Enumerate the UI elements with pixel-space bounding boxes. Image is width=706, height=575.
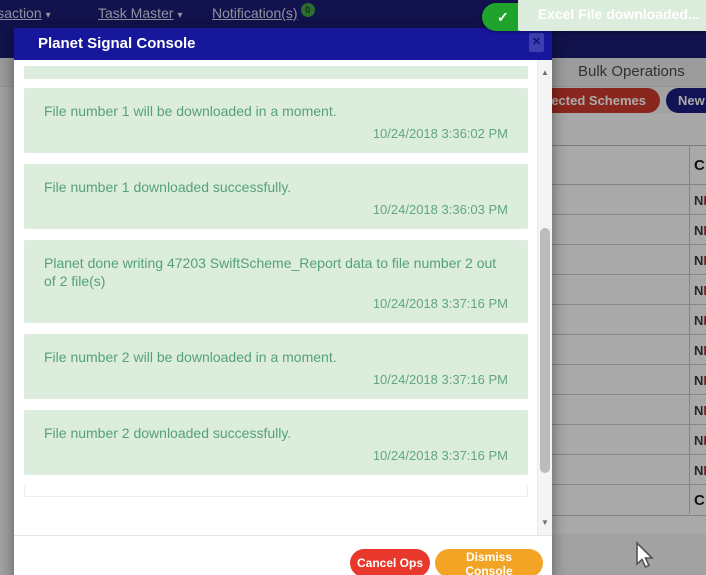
scrollbar-thumb[interactable] xyxy=(540,228,550,473)
console-message: File number 1 downloaded successfully. 10… xyxy=(24,164,528,229)
dialog-header: Planet Signal Console ✕ xyxy=(14,28,552,60)
toast-message: Excel File downloaded... xyxy=(517,0,706,31)
message-timestamp: 10/24/2018 3:36:03 PM xyxy=(372,202,508,217)
console-message-partial xyxy=(24,66,528,79)
message-text: File number 2 will be downloaded in a mo… xyxy=(44,349,337,365)
message-text: File number 1 will be downloaded in a mo… xyxy=(44,103,337,119)
screen: Transaction▾ Task Master▾ Notification(s… xyxy=(0,0,706,575)
message-list-items: File number 1 will be downloaded in a mo… xyxy=(24,88,528,475)
console-message: File number 2 will be downloaded in a mo… xyxy=(24,334,528,399)
scroll-up-icon[interactable]: ▲ xyxy=(538,68,552,77)
dialog-footer: Cancel Ops Dismiss Console xyxy=(14,535,552,575)
download-toast[interactable]: ✓ Excel File downloaded... xyxy=(482,0,706,31)
console-message: Planet done writing 47203 SwiftScheme_Re… xyxy=(24,240,528,323)
message-list: File number 1 will be downloaded in a mo… xyxy=(24,66,528,497)
console-message-empty xyxy=(24,486,528,497)
message-text: File number 1 downloaded successfully. xyxy=(44,179,292,195)
message-timestamp: 10/24/2018 3:37:16 PM xyxy=(372,448,508,463)
console-message: File number 1 will be downloaded in a mo… xyxy=(24,88,528,153)
console-message-area: File number 1 will be downloaded in a mo… xyxy=(14,60,537,535)
cancel-ops-button[interactable]: Cancel Ops xyxy=(350,549,430,575)
message-timestamp: 10/24/2018 3:36:02 PM xyxy=(372,126,508,141)
message-timestamp: 10/24/2018 3:37:16 PM xyxy=(372,372,508,387)
planet-signal-console-dialog: Planet Signal Console ✕ File number 1 wi… xyxy=(14,28,552,575)
close-icon[interactable]: ✕ xyxy=(529,33,544,52)
check-icon: ✓ xyxy=(497,8,509,25)
console-message: File number 2 downloaded successfully. 10… xyxy=(24,410,528,475)
message-text: File number 2 downloaded successfully. xyxy=(44,425,292,441)
scroll-down-icon[interactable]: ▼ xyxy=(538,518,552,527)
dismiss-console-button[interactable]: Dismiss Console xyxy=(435,549,543,575)
scrollbar[interactable]: ▲ ▼ xyxy=(537,60,552,535)
dialog-title: Planet Signal Console xyxy=(38,35,196,52)
message-timestamp: 10/24/2018 3:37:16 PM xyxy=(372,296,508,311)
message-text: Planet done writing 47203 SwiftScheme_Re… xyxy=(44,255,497,289)
